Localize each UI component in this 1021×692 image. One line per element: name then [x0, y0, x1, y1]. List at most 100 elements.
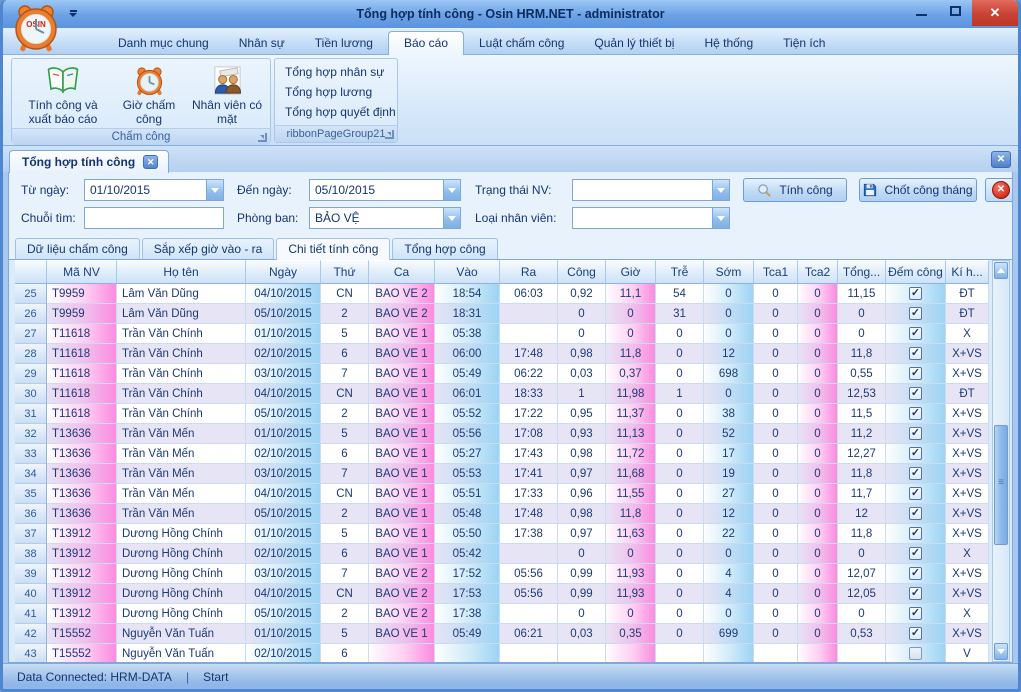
- ribbon-menu-item-1[interactable]: Tổng hợp nhân sự: [281, 63, 391, 81]
- column-header-tre[interactable]: Trễ: [656, 260, 704, 284]
- chevron-down-icon[interactable]: [712, 180, 729, 200]
- menu-tab-7[interactable]: Hệ thống: [689, 32, 768, 54]
- view-tab-4[interactable]: Tổng hợp công: [392, 238, 497, 259]
- dem-cong-checkbox[interactable]: ✓: [909, 547, 922, 560]
- column-header-tong[interactable]: Tổng...: [838, 260, 886, 284]
- dem-cong-checkbox[interactable]: ✓: [909, 627, 922, 640]
- grid-cell-ind[interactable]: 42: [15, 624, 47, 644]
- table-row[interactable]: 39T13912Dương Hồng Chính03/10/20157BAO V…: [15, 564, 989, 584]
- grid-cell-ind[interactable]: 34: [15, 464, 47, 484]
- chevron-down-icon[interactable]: [712, 208, 729, 228]
- close-panel-button[interactable]: ✕: [985, 178, 1013, 202]
- grid-cell-ind[interactable]: 27: [15, 324, 47, 344]
- table-row[interactable]: 43T15552Nguyễn Văn Tuấn02/10/20156V: [15, 644, 989, 662]
- row-indicator-header[interactable]: [15, 260, 47, 284]
- minimize-button[interactable]: [904, 0, 938, 22]
- table-row[interactable]: 31T11618Trần Văn Chính05/10/20152BAO VE …: [15, 404, 989, 424]
- column-header-cong[interactable]: Công: [558, 260, 606, 284]
- grid-cell-ind[interactable]: 36: [15, 504, 47, 524]
- table-row[interactable]: 29T11618Trần Văn Chính03/10/20157BAO VE …: [15, 364, 989, 384]
- chevron-down-icon[interactable]: [443, 208, 460, 228]
- column-header-tca1[interactable]: Tca1: [754, 260, 798, 284]
- grid-cell-ind[interactable]: 33: [15, 444, 47, 464]
- grid-cell-ind[interactable]: 28: [15, 344, 47, 364]
- ribbon-menu-item-3[interactable]: Tổng hợp quyết định: [281, 103, 391, 121]
- view-tab-2[interactable]: Sắp xếp giờ vào - ra: [142, 238, 275, 259]
- table-row[interactable]: 33T13636Trần Văn Mến02/10/20156BAO VE 10…: [15, 444, 989, 464]
- tinh-cong-xuat-bao-cao-button[interactable]: Tính công và xuất báo cáo: [16, 61, 110, 128]
- grid-cell-ind[interactable]: 43: [15, 644, 47, 662]
- table-row[interactable]: 26T9959Lâm Văn Dũng05/10/20152BAO VE 218…: [15, 304, 989, 324]
- tab-close-icon[interactable]: ✕: [143, 155, 158, 169]
- view-tab-3[interactable]: Chi tiết tính công: [276, 238, 390, 260]
- grid-cell-ind[interactable]: 41: [15, 604, 47, 624]
- close-button[interactable]: ✕: [972, 0, 1018, 26]
- dem-cong-checkbox[interactable]: ✓: [909, 487, 922, 500]
- quick-access-dropdown-icon[interactable]: [65, 6, 81, 20]
- grid-cell-ind[interactable]: 29: [15, 364, 47, 384]
- menu-tab-5[interactable]: Luật chấm công: [464, 32, 579, 54]
- grid-cell-ind[interactable]: 35: [15, 484, 47, 504]
- menu-tab-1[interactable]: Danh mục chung: [103, 32, 224, 54]
- table-row[interactable]: 27T11618Trần Văn Chính01/10/20155BAO VE …: [15, 324, 989, 344]
- table-row[interactable]: 37T13912Dương Hồng Chính01/10/20155BAO V…: [15, 524, 989, 544]
- dialog-launcher-icon[interactable]: [258, 133, 267, 142]
- maximize-button[interactable]: [938, 0, 972, 22]
- dem-cong-checkbox[interactable]: ✓: [909, 367, 922, 380]
- dem-cong-checkbox[interactable]: ✓: [909, 447, 922, 460]
- grid-cell-ind[interactable]: 31: [15, 404, 47, 424]
- scroll-up-arrow-icon[interactable]: [994, 262, 1008, 279]
- tu-ngay-combobox[interactable]: 01/10/2015: [84, 179, 224, 201]
- grid-cell-ind[interactable]: 26: [15, 304, 47, 324]
- dem-cong-checkbox[interactable]: ✓: [909, 407, 922, 420]
- grid-cell-ind[interactable]: 38: [15, 544, 47, 564]
- dem-cong-checkbox[interactable]: ✓: [909, 307, 922, 320]
- gio-cham-cong-button[interactable]: Giờ chấm công: [112, 61, 186, 128]
- menu-tab-2[interactable]: Nhân sự: [224, 32, 300, 54]
- dem-cong-checkbox[interactable]: ✓: [909, 467, 922, 480]
- table-row[interactable]: 42T15552Nguyễn Văn Tuấn01/10/20155BAO VE…: [15, 624, 989, 644]
- scroll-down-arrow-icon[interactable]: [994, 643, 1008, 660]
- column-header-ra[interactable]: Ra: [500, 260, 558, 284]
- chevron-down-icon[interactable]: [443, 180, 460, 200]
- column-header-dem[interactable]: Đếm công: [886, 260, 946, 284]
- grid-cell-ind[interactable]: 39: [15, 564, 47, 584]
- nhan-vien-co-mat-button[interactable]: Nhân viên có mặt: [188, 61, 266, 128]
- chuoi-tim-field[interactable]: [84, 207, 224, 229]
- dialog-launcher-icon[interactable]: [385, 130, 394, 139]
- grid-cell-ind[interactable]: 37: [15, 524, 47, 544]
- view-tab-1[interactable]: Dữ liệu chấm công: [15, 238, 140, 259]
- dem-cong-checkbox[interactable]: ✓: [909, 347, 922, 360]
- phong-ban-combobox[interactable]: BẢO VỆ: [309, 207, 461, 229]
- table-row[interactable]: 25T9959Lâm Văn Dũng04/10/2015CNBAO VE 21…: [15, 284, 989, 304]
- table-row[interactable]: 41T13912Dương Hồng Chính05/10/20152BAO V…: [15, 604, 989, 624]
- column-header-thu[interactable]: Thứ: [321, 260, 369, 284]
- table-row[interactable]: 28T11618Trần Văn Chính02/10/20156BAO VE …: [15, 344, 989, 364]
- column-header-ngay[interactable]: Ngày: [246, 260, 321, 284]
- table-row[interactable]: 35T13636Trần Văn Mến04/10/2015CNBAO VE 1…: [15, 484, 989, 504]
- chuoi-tim-input[interactable]: [85, 208, 223, 228]
- chot-cong-thang-button[interactable]: Chốt công tháng: [859, 178, 977, 202]
- document-tab-tong-hop-tinh-cong[interactable]: Tổng hợp tính công ✕: [9, 150, 169, 173]
- grid-cell-ind[interactable]: 30: [15, 384, 47, 404]
- vertical-scrollbar[interactable]: [992, 260, 1010, 662]
- dem-cong-checkbox[interactable]: ✓: [909, 527, 922, 540]
- dem-cong-checkbox[interactable]: ✓: [909, 607, 922, 620]
- column-header-kih[interactable]: Kí h...: [946, 260, 989, 284]
- table-row[interactable]: 30T11618Trần Văn Chính04/10/2015CNBAO VE…: [15, 384, 989, 404]
- table-row[interactable]: 34T13636Trần Văn Mến03/10/20157BAO VE 10…: [15, 464, 989, 484]
- dem-cong-checkbox[interactable]: ✓: [909, 507, 922, 520]
- dem-cong-checkbox[interactable]: ✓: [909, 327, 922, 340]
- dem-cong-checkbox[interactable]: [909, 647, 922, 660]
- den-ngay-combobox[interactable]: 05/10/2015: [309, 179, 461, 201]
- trang-thai-combobox[interactable]: [572, 179, 730, 201]
- table-row[interactable]: 38T13912Dương Hồng Chính02/10/20156BAO V…: [15, 544, 989, 564]
- column-header-som[interactable]: Sớm: [704, 260, 754, 284]
- chevron-down-icon[interactable]: [206, 180, 223, 200]
- menu-tab-4[interactable]: Báo cáo: [388, 31, 464, 55]
- grid-cell-ind[interactable]: 40: [15, 584, 47, 604]
- menu-tab-3[interactable]: Tiền lương: [300, 32, 388, 54]
- column-header-gio[interactable]: Giờ: [606, 260, 656, 284]
- column-header-ca[interactable]: Ca: [369, 260, 435, 284]
- dem-cong-checkbox[interactable]: ✓: [909, 427, 922, 440]
